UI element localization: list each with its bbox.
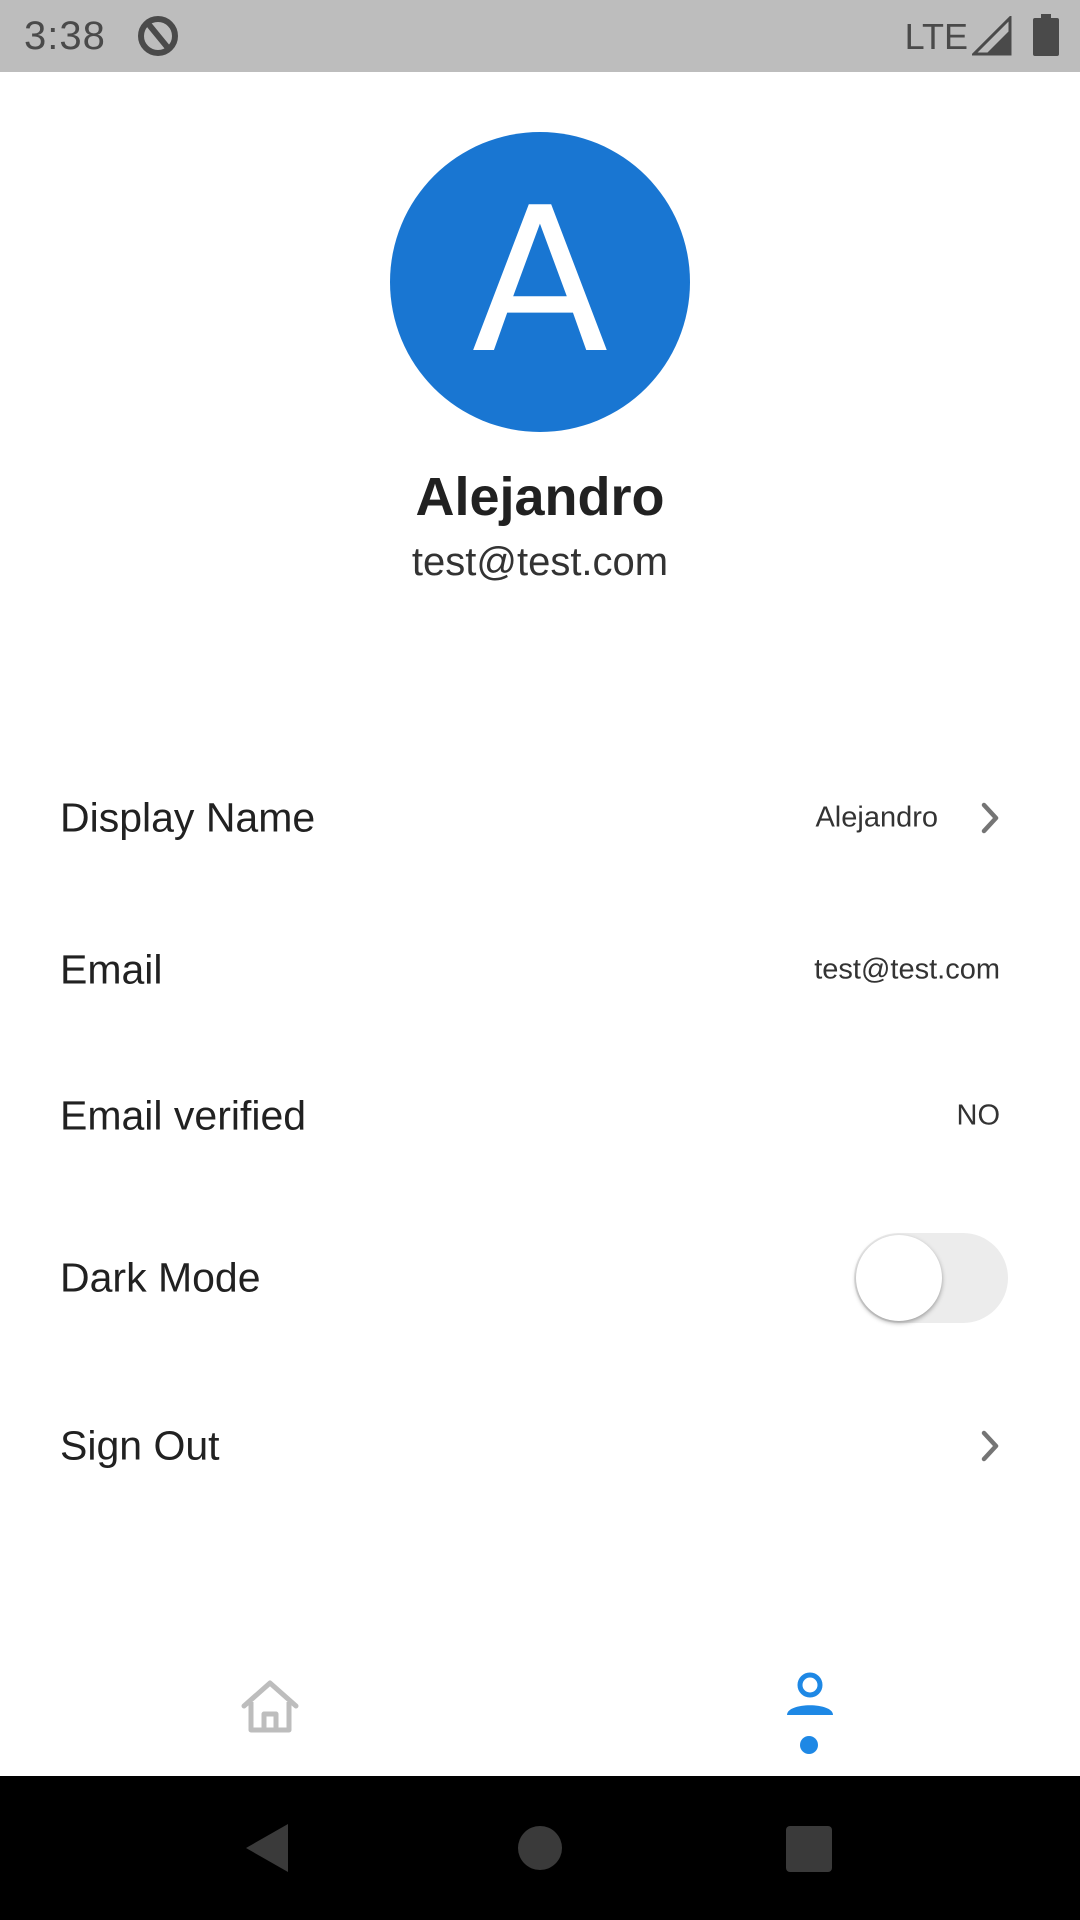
profile-icon bbox=[787, 1672, 833, 1715]
email-verified-value: NO bbox=[956, 1099, 1001, 1132]
app-notification-icon bbox=[138, 16, 178, 56]
recents-icon[interactable] bbox=[786, 1826, 832, 1872]
system-nav-bar bbox=[0, 1776, 1080, 1920]
chevron-right-icon bbox=[981, 1430, 999, 1462]
email-value: test@test.com bbox=[814, 953, 1000, 986]
display-name-label: Display Name bbox=[60, 794, 316, 841]
sign-out-label: Sign Out bbox=[60, 1422, 220, 1469]
network-type: LTE bbox=[904, 16, 968, 57]
profile-screen: 3:38 LTE A Alejandro test@test.com Displ… bbox=[0, 0, 1080, 1920]
home-icon bbox=[241, 1680, 299, 1733]
avatar: A bbox=[390, 132, 690, 432]
email-label: Email bbox=[60, 946, 163, 993]
dark-mode-row: Dark Mode bbox=[0, 1218, 1080, 1338]
status-bar: 3:38 LTE bbox=[0, 0, 1080, 72]
email-verified-row: Email verified NO bbox=[0, 1056, 1080, 1176]
status-time: 3:38 bbox=[24, 14, 106, 58]
active-tab-indicator bbox=[800, 1736, 818, 1754]
email-row: Email test@test.com bbox=[0, 910, 1080, 1030]
dark-mode-toggle[interactable] bbox=[854, 1233, 1008, 1323]
avatar-initial: A bbox=[471, 165, 609, 398]
profile-name: Alejandro bbox=[415, 467, 665, 527]
bottom-tab-bar bbox=[0, 1640, 1080, 1776]
email-verified-label: Email verified bbox=[60, 1092, 307, 1139]
chevron-right-icon bbox=[981, 802, 999, 834]
back-icon[interactable] bbox=[244, 1822, 290, 1874]
display-name-value: Alejandro bbox=[815, 801, 938, 834]
display-name-row[interactable]: Display Name Alejandro bbox=[0, 758, 1080, 878]
tab-home[interactable] bbox=[226, 1668, 314, 1756]
tab-profile[interactable] bbox=[766, 1668, 854, 1756]
home-circle-icon[interactable] bbox=[518, 1826, 562, 1870]
battery-icon bbox=[1033, 14, 1059, 56]
dark-mode-label: Dark Mode bbox=[60, 1254, 261, 1301]
profile-email: test@test.com bbox=[411, 540, 669, 584]
sign-out-row[interactable]: Sign Out bbox=[0, 1386, 1080, 1506]
toggle-thumb bbox=[856, 1235, 942, 1321]
signal-icon bbox=[972, 16, 1012, 56]
